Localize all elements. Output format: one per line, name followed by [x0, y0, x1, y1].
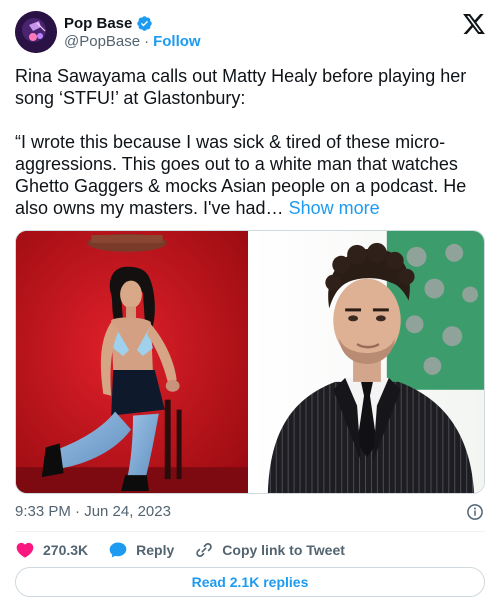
follow-button[interactable]: Follow	[153, 33, 201, 50]
avatar[interactable]	[15, 11, 57, 53]
copy-link-label: Copy link to Tweet	[222, 542, 345, 558]
likes-count: 270.3K	[43, 542, 89, 558]
tweet-embed-card: Pop Base @PopBase · Follow Rina Sawayama…	[0, 0, 500, 611]
author-name-row[interactable]: Pop Base	[64, 13, 153, 33]
author-handle[interactable]: @PopBase	[64, 33, 140, 50]
man-portrait-photo	[250, 231, 484, 493]
divider	[15, 531, 485, 532]
read-replies-button[interactable]: Read 2.1K replies	[15, 567, 485, 597]
tweet-text-quote: “I wrote this because I was sick & tired…	[15, 132, 467, 218]
like-button[interactable]: 270.3K	[15, 540, 88, 560]
reply-bubble-icon	[109, 542, 127, 558]
tweet-text-paragraph-1: Rina Sawayama calls out Matty Healy befo…	[15, 66, 467, 108]
info-icon[interactable]	[466, 503, 484, 521]
reply-button[interactable]: Reply	[108, 540, 174, 560]
tweet-timestamp[interactable]: 9:33 PM · Jun 24, 2023	[15, 503, 171, 520]
verified-badge-icon	[137, 15, 153, 31]
woman-posing-photo	[16, 231, 249, 493]
tweet-actions: 270.3K Reply Copy link to Tweet	[15, 538, 365, 562]
pop-base-logo-icon	[15, 11, 57, 53]
author-handle-row: @PopBase · Follow	[64, 33, 201, 50]
handle-separator: ·	[144, 33, 150, 50]
tweet-text-paragraph-2: “I wrote this because I was sick & tired…	[15, 131, 495, 219]
link-icon	[196, 543, 213, 557]
heart-icon	[16, 542, 34, 558]
show-more-link[interactable]: Show more	[289, 198, 380, 218]
author-display-name[interactable]: Pop Base	[64, 15, 132, 32]
copy-link-button[interactable]: Copy link to Tweet	[194, 540, 345, 560]
x-logo-icon[interactable]	[463, 14, 485, 34]
reply-label: Reply	[136, 542, 175, 558]
tweet-media[interactable]	[15, 230, 485, 494]
media-photo-right[interactable]	[250, 231, 484, 493]
media-photo-left[interactable]	[16, 231, 249, 493]
tweet-text: Rina Sawayama calls out Matty Healy befo…	[15, 65, 495, 219]
